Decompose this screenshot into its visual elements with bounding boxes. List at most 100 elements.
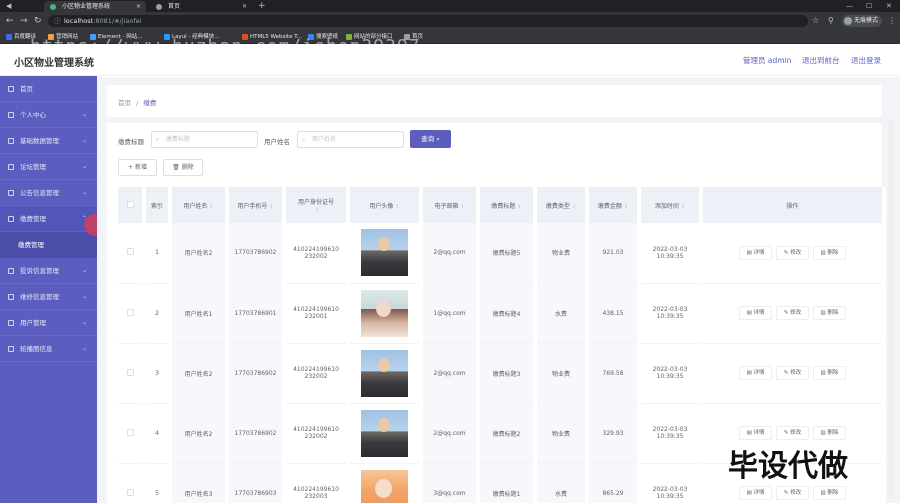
edit-button[interactable]: ✎ 修改 xyxy=(776,366,809,380)
row-select-cell[interactable] xyxy=(118,283,146,344)
new-tab-icon[interactable]: + xyxy=(258,0,266,12)
detail-button[interactable]: ▤ 详情 xyxy=(739,245,773,260)
sort-icon[interactable]: ⇕ xyxy=(624,204,628,210)
row-checkbox[interactable] xyxy=(126,428,134,436)
column-header[interactable]: 用户头像 ⇕ xyxy=(348,187,423,223)
column-header[interactable]: 用户手机号 ⇕ xyxy=(227,187,286,223)
edit-button[interactable]: ✎ 修改 xyxy=(776,245,809,260)
avatar[interactable] xyxy=(361,409,408,457)
close-tab-icon[interactable]: ✕ xyxy=(136,1,141,12)
sort-icon[interactable]: ⇕ xyxy=(517,204,521,210)
query-button[interactable]: 查询 ⌕ xyxy=(410,130,451,148)
submenu-payment-manage[interactable]: 缴费管理 xyxy=(0,232,97,258)
sidebar-item-users[interactable]: 用户管理 ⌄ xyxy=(0,310,97,336)
delete-button[interactable]: ▥ 删除 xyxy=(812,306,846,320)
select-all-checkbox[interactable] xyxy=(126,200,134,208)
close-window-icon[interactable]: ✕ xyxy=(886,0,892,12)
column-header[interactable]: 用户身份证号 ⇕ xyxy=(284,187,350,223)
detail-button[interactable]: ▤ 详情 xyxy=(739,426,773,440)
page-scrollbar[interactable] xyxy=(888,120,894,500)
star-icon[interactable]: ☆ xyxy=(812,15,819,27)
row-checkbox[interactable] xyxy=(126,248,134,256)
avatar[interactable] xyxy=(361,229,408,277)
delete-button[interactable]: ▥ 删除 xyxy=(812,426,846,440)
sort-icon[interactable]: ⇕ xyxy=(269,204,273,210)
browser-tab-bar: ◀ 小区物业管理系统 ✕ 首页 ✕ + — ☐ ✕ xyxy=(0,0,900,12)
detail-button[interactable]: ▤ 详情 xyxy=(739,366,773,380)
minimize-icon[interactable]: — xyxy=(846,0,853,12)
email-cell: 2@qq.com xyxy=(421,223,480,284)
row-checkbox[interactable] xyxy=(126,488,134,496)
row-select-cell[interactable] xyxy=(118,223,146,284)
sort-icon[interactable]: ⇕ xyxy=(460,204,464,210)
row-select-cell[interactable] xyxy=(118,463,146,503)
amount-cell: 438.15 xyxy=(587,283,641,344)
sort-icon[interactable]: ⇕ xyxy=(315,207,319,213)
name-search-input[interactable]: ⌕ 用户姓名 xyxy=(297,131,404,148)
breadcrumb-separator: / xyxy=(136,99,139,107)
edit-button[interactable]: ✎ 修改 xyxy=(776,426,809,440)
column-header[interactable]: 添加时间 ⇕ xyxy=(639,187,703,223)
pencil-icon: ✎ xyxy=(783,370,789,376)
column-header[interactable]: 电子邮箱 ⇕ xyxy=(421,187,480,223)
sidebar-item-profile[interactable]: 个人中心 ⌄ xyxy=(0,102,97,128)
column-header[interactable]: 缴费标题 ⇕ xyxy=(478,187,537,223)
sort-icon[interactable]: ⇕ xyxy=(395,204,399,210)
url-host: localhost xyxy=(64,17,94,25)
sidebar-item-forum[interactable]: 论坛管理 ⌄ xyxy=(0,154,97,180)
row-checkbox[interactable] xyxy=(126,368,134,376)
delete-button[interactable]: ▥ 删除 xyxy=(812,366,846,380)
name-cell: 用户姓名1 xyxy=(170,283,229,344)
avatar[interactable] xyxy=(361,469,408,503)
batch-delete-button[interactable]: 🗑 删除 xyxy=(163,159,203,176)
browser-tab-title: 首页 xyxy=(168,3,181,10)
column-header[interactable]: 用户姓名 ⇕ xyxy=(170,187,229,223)
sort-icon[interactable]: ⇕ xyxy=(572,204,576,210)
forward-icon[interactable]: → xyxy=(20,15,28,27)
edit-button[interactable]: ✎ 修改 xyxy=(776,306,809,320)
row-select-cell[interactable] xyxy=(118,343,146,404)
incognito-profile[interactable]: 无痕模式 xyxy=(842,15,882,27)
back-icon[interactable]: ← xyxy=(6,15,14,27)
maximize-icon[interactable]: ☐ xyxy=(866,0,872,12)
admin-label[interactable]: 管理员 admin xyxy=(743,55,791,66)
select-all-cell[interactable] xyxy=(118,187,146,223)
close-tab-icon[interactable]: ✕ xyxy=(242,1,247,12)
add-button[interactable]: + 新增 xyxy=(118,159,157,176)
delete-button[interactable]: ▥ 删除 xyxy=(812,486,846,500)
title-search-input[interactable]: ⌕ 缴费标题 xyxy=(151,131,258,148)
extensions-icon[interactable]: ⚲ xyxy=(828,15,834,27)
column-header[interactable]: 缴费类型 ⇕ xyxy=(535,187,589,223)
back-to-front-link[interactable]: 退出到前台 xyxy=(802,55,840,66)
avatar[interactable] xyxy=(361,289,408,337)
sort-icon[interactable]: ⇕ xyxy=(681,204,685,210)
logout-link[interactable]: 退出登录 xyxy=(851,55,881,66)
row-select-cell[interactable] xyxy=(118,403,146,464)
detail-button[interactable]: ▤ 详情 xyxy=(739,486,773,500)
detail-button[interactable]: ▤ 详情 xyxy=(739,306,773,320)
sidebar-item-repair[interactable]: 维修信息管理 ⌄ xyxy=(0,284,97,310)
sort-icon[interactable]: ⇕ xyxy=(209,204,213,210)
window-menu-icon[interactable]: ◀ xyxy=(6,0,11,12)
breadcrumb-home[interactable]: 首页 xyxy=(118,99,131,107)
browser-tab-title: 小区物业管理系统 xyxy=(62,3,111,10)
browser-tab-active[interactable]: 小区物业管理系统 ✕ xyxy=(44,1,146,12)
sidebar-item-complaint[interactable]: 投诉信息管理 ⌄ xyxy=(0,258,97,284)
more-menu-icon[interactable]: ⋮ xyxy=(888,15,896,27)
edit-button[interactable]: ✎ 修改 xyxy=(776,486,809,500)
browser-tab[interactable]: 首页 ✕ xyxy=(150,1,252,12)
sidebar-item-payment[interactable]: 缴费管理⌃ xyxy=(0,206,97,232)
sidebar-item-notice[interactable]: 公告信息管理 ⌄ xyxy=(0,180,97,206)
column-header[interactable]: 缴费金额 ⇕ xyxy=(587,187,641,223)
sidebar-item-carousel[interactable]: 轮播图信息 ⌄ xyxy=(0,336,97,362)
address-bar[interactable]: ⓘ localhost:8081/#/jiaofei xyxy=(48,15,808,27)
sidebar-item-base-data[interactable]: 基础数据管理 ⌄ xyxy=(0,128,97,154)
delete-button[interactable]: ▥ 删除 xyxy=(812,245,846,260)
avatar[interactable] xyxy=(361,349,408,397)
row-checkbox[interactable] xyxy=(126,308,134,316)
sidebar-item-home[interactable]: 首页 xyxy=(0,76,97,102)
actions-cell: ▤ 详情 ✎ 修改 ▥ 删除 xyxy=(701,223,886,284)
table-header-row: 索引 用户姓名 ⇕ 用户手机号 ⇕ 用户身份证号 ⇕ 用户头像 ⇕ 电子邮箱 ⇕ 缴费标题… xyxy=(118,187,886,223)
phone-cell: 17703786901 xyxy=(227,283,286,344)
reload-icon[interactable]: ↻ xyxy=(34,15,42,27)
